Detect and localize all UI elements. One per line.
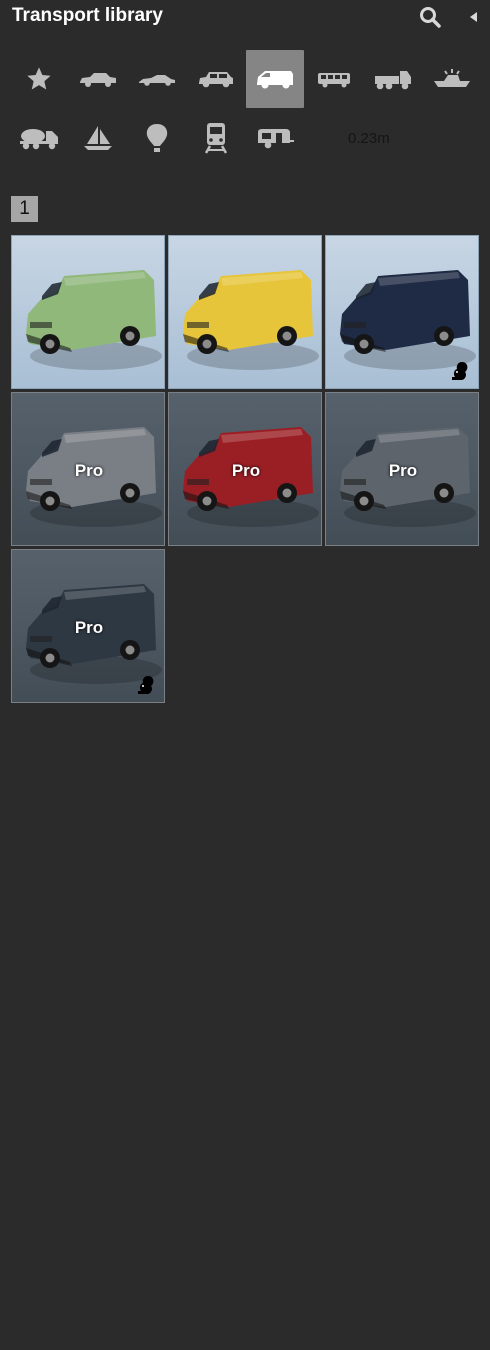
- category-construction[interactable]: [10, 109, 68, 167]
- truck-icon: [373, 67, 413, 91]
- squirrel-icon: [134, 674, 156, 696]
- search-icon[interactable]: [418, 5, 442, 29]
- pro-badge: Pro: [388, 461, 418, 480]
- category-boat[interactable]: [423, 50, 481, 108]
- category-sailboat[interactable]: [69, 109, 127, 167]
- panel-header: Transport library: [0, 0, 490, 34]
- bus-icon: [316, 69, 352, 89]
- category-truck[interactable]: [364, 50, 422, 108]
- sedan-car-icon: [78, 70, 118, 88]
- pro-badge: Pro: [231, 461, 261, 480]
- category-bus[interactable]: [305, 50, 363, 108]
- vehicle-tile[interactable]: [168, 235, 322, 389]
- category-suv[interactable]: [187, 50, 245, 108]
- category-caravan[interactable]: [246, 109, 304, 167]
- category-sports-car[interactable]: [128, 50, 186, 108]
- star-icon: [25, 65, 53, 93]
- train-icon: [203, 121, 229, 155]
- collapse-arrow-icon[interactable]: [466, 9, 480, 25]
- measurement-overlay-text: 0.23m: [348, 130, 390, 147]
- category-sedan[interactable]: [69, 50, 127, 108]
- squirrel-icon: [448, 360, 470, 382]
- hot-air-balloon-icon: [145, 122, 169, 154]
- category-favorites[interactable]: [10, 50, 68, 108]
- cement-mixer-icon: [18, 125, 60, 151]
- vehicle-tile[interactable]: Pro: [168, 392, 322, 546]
- sports-car-icon: [137, 71, 177, 87]
- vehicle-tile[interactable]: Pro: [11, 549, 165, 703]
- vehicle-tile[interactable]: [325, 235, 479, 389]
- vehicle-tile[interactable]: [11, 235, 165, 389]
- pro-badge: Pro: [74, 461, 104, 480]
- vehicle-tile[interactable]: Pro: [325, 392, 479, 546]
- van-thumbnail: [26, 270, 162, 370]
- caravan-icon: [256, 126, 294, 150]
- category-van[interactable]: [246, 50, 304, 108]
- vehicle-tile[interactable]: Pro: [11, 392, 165, 546]
- van-thumbnail: [183, 270, 319, 370]
- page-number-badge[interactable]: 1: [11, 196, 38, 222]
- panel-title: Transport library: [12, 5, 163, 26]
- sailboat-icon: [81, 124, 115, 152]
- category-balloon[interactable]: [128, 109, 186, 167]
- category-train[interactable]: [187, 109, 245, 167]
- pro-badge: Pro: [74, 618, 104, 637]
- van-icon: [255, 68, 295, 90]
- boat-icon: [432, 67, 472, 91]
- suv-icon: [197, 69, 235, 89]
